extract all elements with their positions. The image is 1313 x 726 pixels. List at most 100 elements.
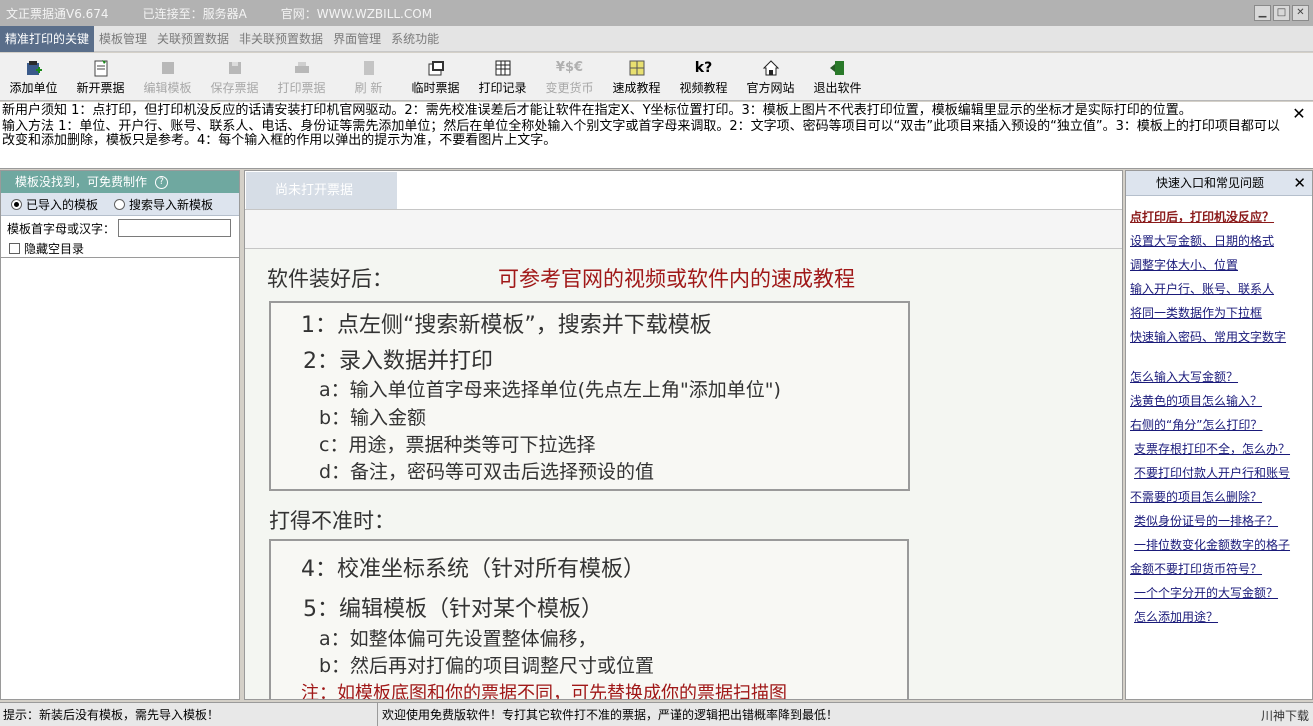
print-record-icon: [493, 59, 513, 77]
new-bill-button[interactable]: 新开票据: [67, 53, 134, 101]
menu-unlinked-preset[interactable]: 非关联预置数据: [234, 26, 328, 52]
save-bill-button[interactable]: 保存票据: [201, 53, 268, 101]
refresh-button[interactable]: 刷 新: [335, 53, 402, 101]
home-icon: [761, 59, 781, 77]
guide-note-red: 注：如模板底图和你的票据不同，可先替换成你的票据扫描图: [301, 683, 787, 700]
guide-image: 软件装好后： 可参考官网的视频或软件内的速成教程 1：点左侧“搜索新模板”，搜索…: [245, 249, 1122, 700]
user-notice: 新用户须知 1：点打印，但打印机没反应的话请安装打印机官网驱动。2：需先校准误差…: [0, 102, 1313, 169]
guide-step-2: 2：录入数据并打印: [303, 349, 493, 374]
restore-button[interactable]: □: [1273, 5, 1290, 21]
help-link[interactable]: 右侧的“角分”怎么打印？: [1126, 413, 1312, 437]
template-panel: 模板没找到，可免费制作 ? 已导入的模板 搜索导入新模板 模板首字母或汉字： 隐…: [0, 170, 240, 700]
print-record-button[interactable]: 打印记录: [469, 53, 536, 101]
notice-close-button[interactable]: ✕: [1291, 106, 1307, 122]
currency-icon: ¥$€: [555, 60, 584, 75]
menu-linked-preset[interactable]: 关联预置数据: [152, 26, 234, 52]
help-link[interactable]: 快速输入密码、常用文字数字: [1126, 325, 1312, 349]
help-link[interactable]: 点打印后，打印机没反应？: [1126, 205, 1312, 229]
guide-step-2c: c：用途，票据种类等可下拉选择: [319, 434, 596, 456]
radio-search-templates[interactable]: 搜索导入新模板: [114, 196, 213, 213]
help-link[interactable]: 一排位数变化金额数字的格子: [1126, 533, 1312, 557]
help-link[interactable]: 调整字体大小、位置: [1126, 253, 1312, 277]
template-search-label: 模板首字母或汉字：: [7, 221, 116, 236]
official-site-button[interactable]: 官方网站: [737, 53, 804, 101]
menu-template-manage[interactable]: 模板管理: [94, 26, 152, 52]
guide-step-5: 5：编辑模板（针对某个模板）: [303, 597, 603, 622]
temp-bill-icon: [426, 59, 446, 77]
video-tutorial-icon: k?: [694, 59, 713, 76]
tab-no-bill-open[interactable]: 尚未打开票据: [246, 172, 397, 209]
template-source-radios: 已导入的模板 搜索导入新模板: [1, 193, 239, 216]
print-bill-button[interactable]: 打印票据: [268, 53, 335, 101]
radio-on-icon: [11, 198, 22, 210]
menu-ui-manage[interactable]: 界面管理: [328, 26, 386, 52]
guide-step-2d: d：备注，密码等可双击后选择预设的值: [319, 461, 655, 483]
bill-tab-row: 尚未打开票据: [245, 171, 1122, 209]
help-link[interactable]: 一个个字分开的大写金额？: [1126, 581, 1312, 605]
notice-line-input-method: 输入方法 1：单位、开户行、账号、联系人、电话、身份证等需先添加单位；然后在单位…: [2, 119, 1280, 148]
guide-step-1: 1：点左侧“搜索新模板”，搜索并下载模板: [301, 313, 712, 338]
checkbox-icon: [9, 243, 20, 254]
app-title: 文正票据通V6.674: [6, 6, 109, 21]
refresh-icon: [359, 59, 379, 77]
help-link[interactable]: 类似身份证号的一排格子？: [1126, 509, 1312, 533]
help-link[interactable]: 怎么输入大写金额？: [1126, 365, 1312, 389]
menu-bar: 精准打印的关键 模板管理 关联预置数据 非关联预置数据 界面管理 系统功能: [0, 25, 1313, 52]
guide-step-5b: b：然后再对打偏的项目调整尺寸或位置: [319, 655, 655, 677]
print-bill-icon: [292, 59, 312, 77]
toolbar: 添加单位 新开票据 编辑模板 保存票据 打印票据 刷 新 临时票据 打印记录 ¥…: [0, 53, 1313, 101]
help-link[interactable]: 不要打印付款人开户行和账号: [1126, 461, 1312, 485]
status-hint: 提示：新装后没有模板，需先导入模板！: [0, 702, 378, 726]
connection-status: 已连接至：服务器A: [142, 6, 247, 21]
guide-step-5a: a：如整体偏可先设置整体偏移，: [319, 628, 597, 650]
menu-system[interactable]: 系统功能: [386, 26, 444, 52]
guide-after-install: 软件装好后：: [267, 267, 393, 291]
bill-workspace: 尚未打开票据 软件装好后： 可参考官网的视频或软件内的速成教程 1：点左侧“搜索…: [244, 170, 1123, 700]
status-bar: 提示：新装后没有模板，需先导入模板！ 欢迎使用免费版软件！专打其它软件打不准的票…: [0, 702, 1313, 726]
change-currency-button[interactable]: ¥$€ 变更货币: [536, 53, 603, 101]
quick-help-close-button[interactable]: ✕: [1293, 174, 1306, 192]
guide-step-2a: a：输入单位首字母来选择单位(先点左上角"添加单位"): [319, 379, 781, 401]
guide-step-4: 4：校准坐标系统（针对所有模板）: [301, 557, 645, 582]
guide-inaccurate: 打得不准时：: [269, 509, 395, 533]
help-link[interactable]: 将同一类数据作为下拉框: [1126, 301, 1312, 325]
minimize-button[interactable]: ▁: [1254, 5, 1271, 21]
radio-off-icon: [114, 198, 126, 210]
tutorial-icon: [627, 59, 647, 77]
notice-line-new-user: 新用户须知 1：点打印，但打印机没反应的话请安装打印机官网驱动。2：需先校准误差…: [2, 103, 1192, 118]
guide-step-2b: b：输入金额: [319, 407, 427, 429]
radio-imported-templates[interactable]: 已导入的模板: [11, 196, 98, 213]
help-link[interactable]: 浅黄色的项目怎么输入？: [1126, 389, 1312, 413]
help-link[interactable]: 设置大写金额、日期的格式: [1126, 229, 1312, 253]
temp-bill-button[interactable]: 临时票据: [402, 53, 469, 101]
help-link[interactable]: 不需要的项目怎么删除？: [1126, 485, 1312, 509]
add-unit-icon: [24, 59, 44, 77]
help-link[interactable]: 输入开户行、账号、联系人: [1126, 277, 1312, 301]
quick-help-panel: 快速入口和常见问题 ✕ 点打印后，打印机没反应？ 设置大写金额、日期的格式 调整…: [1125, 170, 1313, 700]
title-bar: 文正票据通V6.674 已连接至：服务器A 官网：WWW.WZBILL.COM …: [0, 0, 1313, 26]
quick-help-header: 快速入口和常见问题: [1126, 171, 1312, 196]
exit-button[interactable]: 退出软件: [804, 53, 871, 101]
close-window-button[interactable]: ✕: [1292, 5, 1309, 21]
menu-precise-print[interactable]: 精准打印的关键: [0, 25, 95, 52]
guide-hint-red: 可参考官网的视频或软件内的速成教程: [498, 267, 855, 291]
add-unit-button[interactable]: 添加单位: [0, 53, 67, 101]
template-search-input[interactable]: [118, 219, 232, 237]
help-icon[interactable]: ?: [155, 175, 169, 189]
template-search-row: 模板首字母或汉字：: [1, 216, 239, 240]
help-link[interactable]: 支票存根打印不全，怎么办？: [1126, 437, 1312, 461]
hide-empty-checkbox[interactable]: 隐藏空目录: [1, 240, 239, 258]
edit-template-icon: [158, 59, 178, 77]
help-link[interactable]: 怎么添加用途？: [1126, 605, 1312, 629]
website-label: 官网：WWW.WZBILL.COM: [280, 6, 433, 21]
new-bill-icon: [91, 59, 111, 77]
edit-template-button[interactable]: 编辑模板: [134, 53, 201, 101]
template-panel-header[interactable]: 模板没找到，可免费制作 ?: [1, 171, 239, 193]
watermark-logo: 川神下载: [1260, 709, 1309, 723]
exit-icon: [828, 59, 848, 77]
quick-help-links: 点打印后，打印机没反应？ 设置大写金额、日期的格式 调整字体大小、位置 输入开户…: [1126, 196, 1312, 629]
help-link[interactable]: 金额不要打印货币符号？: [1126, 557, 1312, 581]
tutorial-button[interactable]: 速成教程: [603, 53, 670, 101]
save-bill-icon: [225, 59, 245, 77]
video-tutorial-button[interactable]: k? 视频教程: [670, 53, 737, 101]
